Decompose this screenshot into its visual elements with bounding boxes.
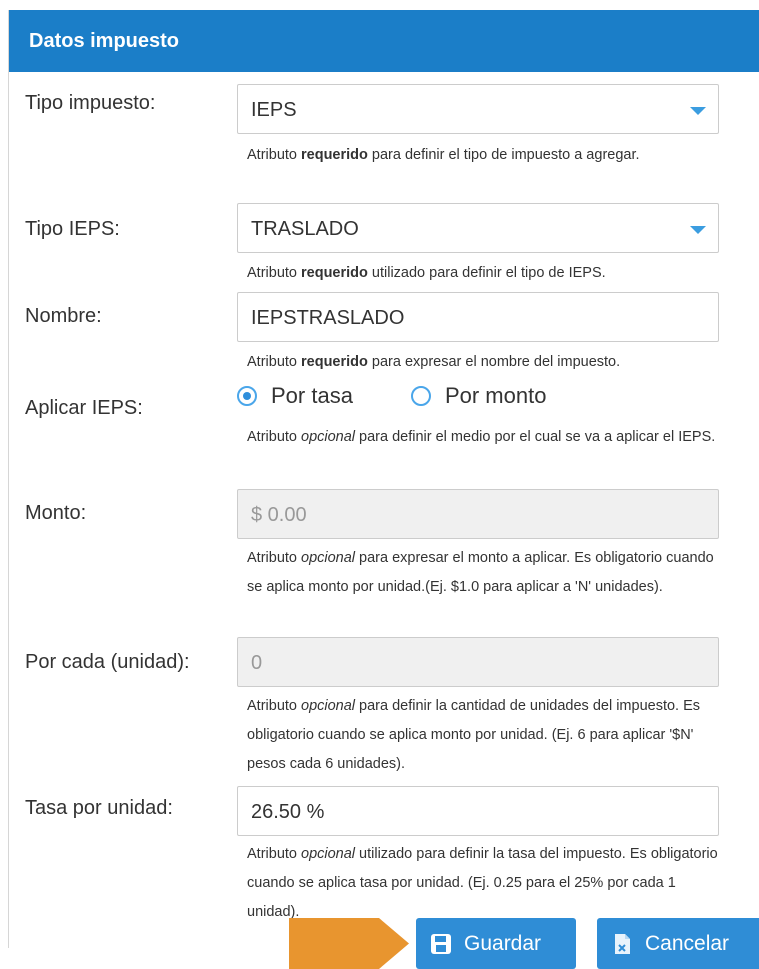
help-optional: opcional (301, 550, 356, 566)
help-text: Atributo (247, 698, 301, 714)
monto-placeholder: $ 0.00 (251, 504, 307, 526)
tasa-por-unidad-help: Atributo opcional utilizado para definir… (247, 840, 727, 927)
help-optional: opcional (301, 698, 356, 714)
pointer-arrow-icon (289, 918, 409, 969)
help-text: Atributo (247, 846, 301, 862)
radio-por-monto[interactable]: Por monto (410, 383, 547, 409)
floppy-disk-icon (431, 933, 451, 954)
help-text: Atributo (247, 354, 301, 370)
save-button-label: Guardar (464, 931, 542, 955)
radio-por-tasa[interactable]: Por tasa (237, 383, 353, 409)
chevron-down-icon (690, 107, 706, 115)
tipo-ieps-label: Tipo IEPS: (25, 218, 120, 240)
por-cada-label: Por cada (unidad): (25, 651, 190, 673)
help-text: para definir el medio por el cual se va … (355, 429, 716, 445)
monto-label: Monto: (25, 502, 87, 524)
help-text: Atributo (247, 429, 301, 445)
aplicar-ieps-label: Aplicar IEPS: (25, 397, 143, 419)
help-text: Atributo (247, 550, 301, 566)
tipo-ieps-help: Atributo requerido utilizado para defini… (247, 259, 727, 288)
help-required: requerido (301, 354, 368, 370)
nombre-input[interactable]: IEPSTRASLADO (237, 292, 719, 342)
tipo-impuesto-value: IEPS (251, 99, 297, 121)
save-button[interactable]: Guardar (416, 918, 576, 969)
help-required: requerido (301, 147, 368, 163)
tipo-ieps-select[interactable]: TRASLADO (237, 203, 719, 253)
monto-input[interactable]: $ 0.00 (237, 489, 719, 539)
tipo-impuesto-select[interactable]: IEPS (237, 84, 719, 134)
aplicar-ieps-radio-group: Por tasa Por monto (237, 383, 604, 409)
nombre-label: Nombre: (25, 305, 102, 327)
tasa-por-unidad-input[interactable]: 26.50 % (237, 786, 719, 836)
help-required: requerido (301, 265, 368, 281)
nombre-help: Atributo requerido para expresar el nomb… (247, 348, 727, 377)
por-cada-input[interactable]: 0 (237, 637, 719, 687)
file-cancel-icon (615, 933, 630, 954)
help-text: para definir el tipo de impuesto a agreg… (367, 147, 640, 163)
panel-title: Datos impuesto (9, 10, 759, 72)
tax-data-panel: Datos impuesto Tipo impuesto: IEPS Atrib… (8, 10, 759, 948)
tasa-por-unidad-label: Tasa por unidad: (25, 797, 173, 819)
radio-por-monto-label: Por monto (444, 383, 547, 408)
help-text: utilizado para definir el tipo de IEPS. (367, 265, 606, 281)
cancel-button-label: Cancelar (645, 931, 730, 955)
help-text: para expresar el nombre del impuesto. (367, 354, 621, 370)
tasa-por-unidad-value: 26.50 % (251, 801, 325, 823)
nombre-value: IEPSTRASLADO (251, 307, 405, 329)
cancel-button[interactable]: Cancelar (597, 918, 759, 969)
chevron-down-icon (690, 226, 706, 234)
monto-help: Atributo opcional para expresar el monto… (247, 544, 727, 602)
radio-checked-icon (237, 386, 257, 406)
help-text: Atributo (247, 265, 301, 281)
radio-unchecked-icon (410, 386, 431, 406)
por-cada-help: Atributo opcional para definir la cantid… (247, 692, 727, 779)
aplicar-ieps-help: Atributo opcional para definir el medio … (247, 423, 727, 452)
help-text: Atributo (247, 147, 301, 163)
por-cada-placeholder: 0 (251, 652, 263, 674)
tipo-impuesto-label: Tipo impuesto: (25, 92, 156, 114)
tipo-impuesto-help: Atributo requerido para definir el tipo … (247, 141, 727, 170)
help-optional: opcional (301, 846, 356, 862)
radio-por-tasa-label: Por tasa (271, 383, 353, 408)
tipo-ieps-value: TRASLADO (251, 218, 359, 240)
help-optional: opcional (301, 429, 356, 445)
